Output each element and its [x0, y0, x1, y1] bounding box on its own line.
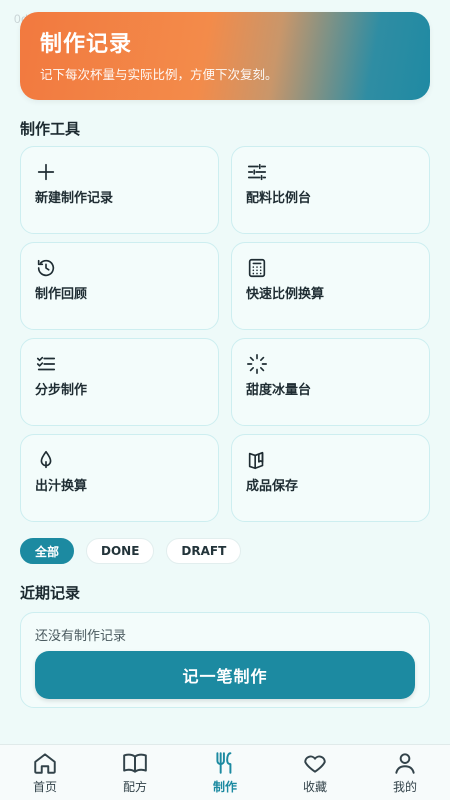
- filter-chip-draft[interactable]: DRAFT: [166, 538, 242, 564]
- calculator-icon: [246, 257, 268, 279]
- tab-home[interactable]: 首页: [0, 745, 90, 800]
- tool-card-save-product[interactable]: 成品保存: [231, 434, 430, 522]
- tool-card-step-by-step[interactable]: 分步制作: [20, 338, 219, 426]
- sparkle-icon: [246, 353, 268, 375]
- filter-chip-all[interactable]: 全部: [20, 538, 75, 564]
- tab-label: 收藏: [302, 780, 327, 794]
- heart-icon: [304, 755, 326, 773]
- book-save-icon: [246, 449, 268, 471]
- user-icon: [395, 753, 415, 774]
- tab-profile[interactable]: 我的: [360, 745, 450, 800]
- tab-recipes[interactable]: 配方: [90, 745, 180, 800]
- home-icon: [34, 753, 56, 774]
- list-checks-icon: [35, 353, 57, 375]
- recent-section-title: 近期记录: [20, 584, 81, 602]
- new-record-button[interactable]: 记一笔制作: [35, 651, 415, 699]
- bottom-tab-bar: 首页 配方 制作 收藏 我的: [0, 744, 450, 800]
- page-subtitle: 记下每次杯量与实际比例，方便下次复刻。: [40, 67, 278, 82]
- recent-records-panel: 还没有制作记录 记一笔制作: [20, 612, 430, 708]
- tab-make[interactable]: 制作: [180, 745, 270, 800]
- tab-label: 配方: [122, 780, 147, 794]
- plus-icon: [35, 161, 57, 183]
- tool-card-label: 成品保存: [246, 479, 299, 494]
- tool-card-ratio-board[interactable]: 配料比例台: [231, 146, 430, 234]
- tool-card-label: 出汁换算: [35, 479, 88, 494]
- tools-grid: 新建制作记录 配料比例台 制作回顾 快速比例换算 分步制作 甜度冰量台 出汁换算…: [20, 146, 430, 522]
- tool-card-juice-convert[interactable]: 出汁换算: [20, 434, 219, 522]
- tool-card-label: 配料比例台: [246, 191, 312, 206]
- drop-icon: [35, 449, 57, 471]
- tab-label: 制作: [212, 780, 237, 794]
- tab-label: 首页: [32, 780, 57, 794]
- tool-card-label: 制作回顾: [35, 287, 88, 302]
- sliders-icon: [246, 161, 268, 183]
- tool-card-quick-convert[interactable]: 快速比例换算: [231, 242, 430, 330]
- utensils-icon: [216, 752, 232, 774]
- tool-card-label: 分步制作: [35, 383, 88, 398]
- tool-card-new-record[interactable]: 新建制作记录: [20, 146, 219, 234]
- tool-card-label: 甜度冰量台: [246, 383, 312, 398]
- tool-card-label: 快速比例换算: [246, 287, 325, 302]
- filter-chips: 全部 DONE DRAFT: [20, 538, 242, 564]
- tool-card-label: 新建制作记录: [35, 191, 114, 206]
- tool-card-sweet-ice[interactable]: 甜度冰量台: [231, 338, 430, 426]
- history-icon: [35, 257, 57, 279]
- hero-banner: 制作记录 记下每次杯量与实际比例，方便下次复刻。: [20, 12, 430, 100]
- tab-label: 我的: [392, 780, 417, 794]
- tools-section-title: 制作工具: [20, 120, 81, 138]
- page-title: 制作记录: [40, 32, 133, 57]
- empty-state-text: 还没有制作记录: [35, 629, 127, 644]
- filter-chip-done[interactable]: DONE: [86, 538, 155, 564]
- tool-card-review[interactable]: 制作回顾: [20, 242, 219, 330]
- tab-favorites[interactable]: 收藏: [270, 745, 360, 800]
- book-icon: [123, 753, 147, 773]
